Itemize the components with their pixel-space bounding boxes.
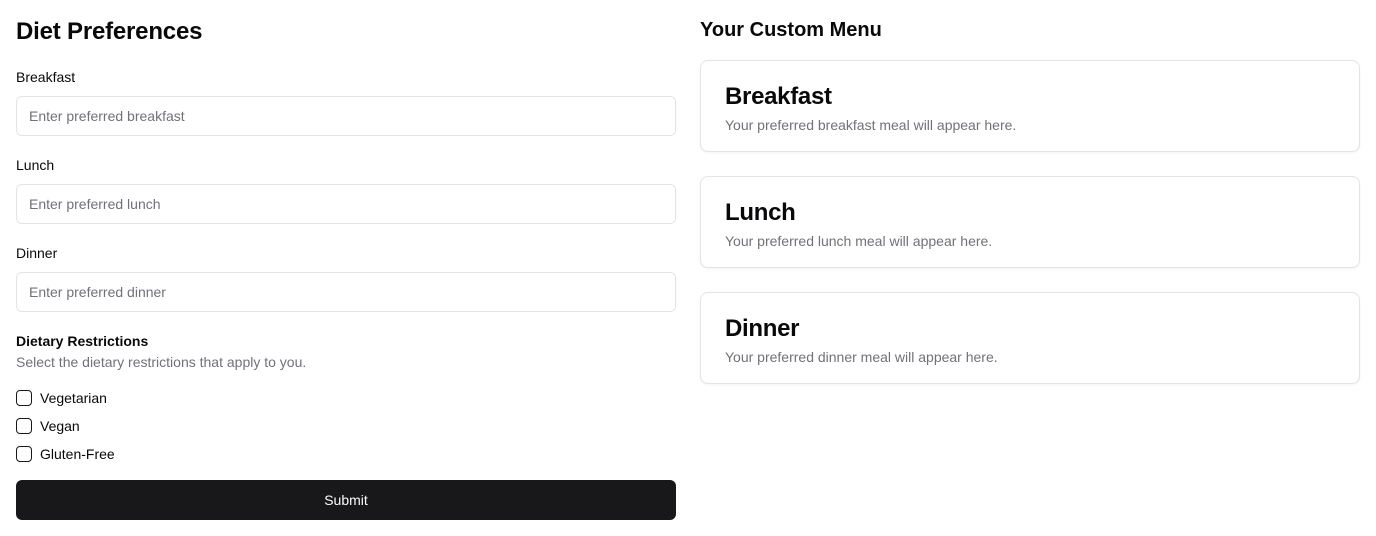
- vegetarian-option[interactable]: Vegetarian: [16, 388, 107, 408]
- gluten-free-checkbox[interactable]: [16, 446, 32, 462]
- vegan-checkbox[interactable]: [16, 418, 32, 434]
- breakfast-label: Breakfast: [16, 69, 76, 85]
- vegetarian-label: Vegetarian: [40, 390, 107, 406]
- page-title: Diet Preferences: [16, 18, 203, 45]
- breakfast-input[interactable]: [16, 96, 676, 136]
- menu-title: Your Custom Menu: [700, 19, 882, 41]
- gluten-free-option[interactable]: Gluten-Free: [16, 444, 115, 464]
- lunch-label: Lunch: [16, 157, 55, 173]
- lunch-card-description: Your preferred lunch meal will appear he…: [725, 233, 993, 249]
- vegan-label: Vegan: [40, 418, 80, 434]
- dietary-restrictions-label: Dietary Restrictions: [16, 333, 149, 349]
- vegetarian-checkbox[interactable]: [16, 390, 32, 406]
- dinner-input[interactable]: [16, 272, 676, 312]
- dinner-label: Dinner: [16, 245, 58, 261]
- breakfast-card-title: Breakfast: [725, 83, 832, 110]
- dietary-restrictions-description: Select the dietary restrictions that app…: [16, 354, 307, 370]
- vegan-option[interactable]: Vegan: [16, 416, 80, 436]
- lunch-card: Lunch Your preferred lunch meal will app…: [700, 176, 1360, 268]
- submit-button[interactable]: Submit: [16, 480, 676, 520]
- dinner-card: Dinner Your preferred dinner meal will a…: [700, 292, 1360, 384]
- lunch-input[interactable]: [16, 184, 676, 224]
- breakfast-card-description: Your preferred breakfast meal will appea…: [725, 117, 1017, 133]
- gluten-free-label: Gluten-Free: [40, 446, 115, 462]
- dinner-card-description: Your preferred dinner meal will appear h…: [725, 349, 998, 365]
- breakfast-card: Breakfast Your preferred breakfast meal …: [700, 60, 1360, 152]
- lunch-card-title: Lunch: [725, 199, 796, 226]
- dinner-card-title: Dinner: [725, 315, 800, 342]
